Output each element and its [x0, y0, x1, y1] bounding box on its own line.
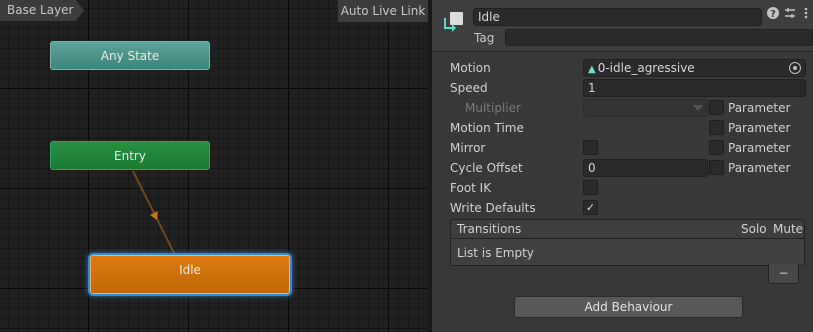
motion-value: 0-idle_agressive: [597, 61, 695, 75]
mute-column-label: Mute: [773, 222, 804, 236]
foot-ik-row: Foot IK: [432, 178, 813, 198]
speed-field[interactable]: 1: [583, 79, 806, 97]
cycle-offset-parameter-checkbox[interactable]: [709, 160, 724, 175]
mirror-label: Mirror: [450, 141, 486, 155]
multiplier-label: Multiplier: [465, 101, 521, 115]
add-behaviour-button[interactable]: Add Behaviour: [514, 296, 743, 318]
parameter-label: Parameter: [728, 141, 791, 155]
state-node-idle[interactable]: Idle: [90, 255, 290, 294]
speed-label: Speed: [450, 81, 488, 95]
layer-breadcrumb[interactable]: Base Layer: [0, 0, 84, 21]
state-node-entry[interactable]: Entry: [50, 141, 210, 170]
chevron-down-icon: [693, 105, 703, 111]
node-label: Idle: [179, 263, 201, 277]
tag-field[interactable]: [505, 29, 813, 46]
mirror-parameter-checkbox[interactable]: [709, 140, 724, 155]
foot-ik-label: Foot IK: [450, 181, 492, 195]
write-defaults-checkbox[interactable]: ✓: [583, 200, 598, 215]
motion-field[interactable]: ▲ 0-idle_agressive: [583, 59, 806, 77]
speed-row: Speed 1: [432, 78, 813, 98]
remove-transition-button[interactable]: −: [768, 264, 799, 284]
state-node-any-state[interactable]: Any State: [50, 41, 210, 70]
node-label: Entry: [114, 149, 146, 163]
state-name-field[interactable]: Idle: [473, 8, 762, 26]
preset-icon[interactable]: [783, 6, 797, 20]
transitions-title: Transitions: [457, 222, 522, 236]
object-picker-icon[interactable]: [789, 62, 801, 74]
empty-list-text: List is Empty: [457, 246, 534, 260]
motion-time-label: Motion Time: [450, 121, 524, 135]
transitions-list[interactable]: List is Empty: [450, 238, 805, 266]
cycle-offset-row: Cycle Offset 0 Parameter: [432, 158, 813, 178]
cycle-offset-field[interactable]: 0: [583, 159, 708, 177]
mirror-checkbox[interactable]: [583, 140, 598, 155]
animator-graph[interactable]: Base Layer Auto Live Link Any State Entr…: [0, 0, 428, 332]
solo-column-label: Solo: [741, 222, 767, 236]
parameter-label: Parameter: [728, 121, 791, 135]
svg-text:?: ?: [770, 9, 776, 20]
animation-clip-icon: ▲: [588, 64, 596, 75]
mirror-row: Mirror Parameter: [432, 138, 813, 158]
parameter-label: Parameter: [728, 161, 791, 175]
graph-toolbar: Base Layer Auto Live Link: [0, 0, 428, 22]
auto-live-link-button[interactable]: Auto Live Link: [337, 0, 428, 22]
help-icon[interactable]: ?: [766, 6, 780, 20]
motion-time-parameter-checkbox[interactable]: [709, 120, 724, 135]
write-defaults-row: Write Defaults ✓: [432, 198, 813, 218]
multiplier-parameter-checkbox[interactable]: [709, 100, 724, 115]
tag-label: Tag: [474, 31, 495, 45]
transitions-list-header: Transitions Solo Mute: [450, 219, 805, 238]
motion-label: Motion: [450, 61, 491, 75]
foot-ik-checkbox[interactable]: [583, 180, 598, 195]
motion-time-row: Motion Time Parameter: [432, 118, 813, 138]
parameter-label: Parameter: [728, 101, 791, 115]
animator-state-icon: [444, 12, 463, 32]
cycle-offset-label: Cycle Offset: [450, 161, 523, 175]
menu-icon[interactable]: [799, 6, 813, 20]
multiplier-dropdown: [583, 99, 708, 117]
multiplier-row: Multiplier Parameter: [432, 98, 813, 118]
inspector-header: Idle ? Tag: [432, 0, 813, 52]
node-label: Any State: [100, 49, 160, 63]
checkmark-icon: ✓: [585, 201, 596, 214]
inspector-panel: Idle ? Tag Motion ▲ 0-idle_agressive Spee…: [432, 0, 813, 332]
write-defaults-label: Write Defaults: [450, 201, 536, 215]
motion-row: Motion ▲ 0-idle_agressive: [432, 58, 813, 78]
